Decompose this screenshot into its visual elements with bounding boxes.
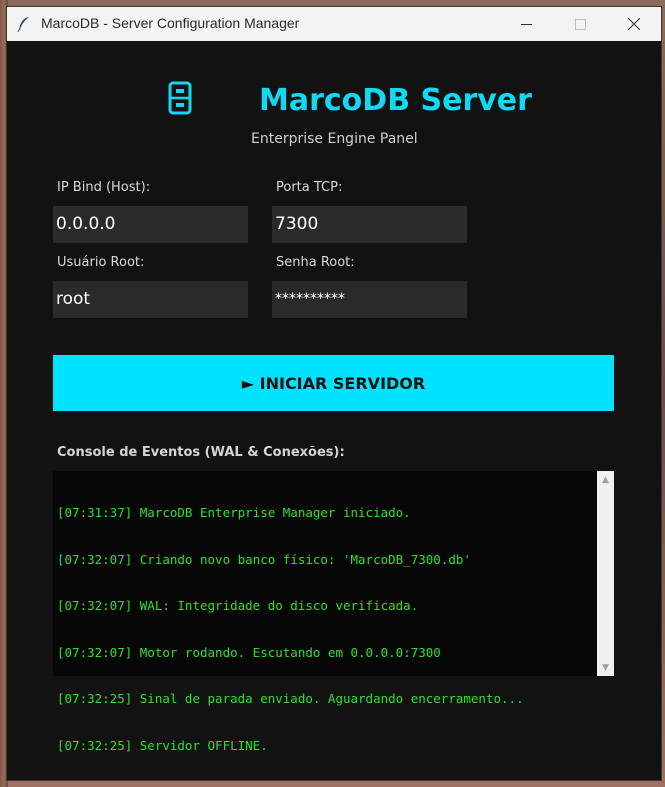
close-icon xyxy=(628,18,640,30)
scroll-up-icon[interactable]: ▲ xyxy=(597,471,614,488)
scroll-down-icon[interactable]: ▼ xyxy=(597,659,614,676)
port-label: Porta TCP: xyxy=(276,180,343,195)
root-password-input[interactable]: ********** xyxy=(272,281,467,318)
start-server-button[interactable]: ► INICIAR SERVIDOR xyxy=(53,355,614,411)
console-line: [07:32:07] Criando novo banco físico: 'M… xyxy=(57,551,471,567)
file-cabinet-icon xyxy=(168,81,192,115)
maximize-button[interactable] xyxy=(557,7,603,41)
console-line: [07:32:07] WAL: Integridade do disco ver… xyxy=(57,598,419,613)
app-subtitle: Enterprise Engine Panel xyxy=(251,131,418,147)
event-console[interactable]: [07:31:37] MarcoDB Enterprise Manager in… xyxy=(53,471,614,753)
console-line: [07:32:25] Sinal de parada enviado. Agua… xyxy=(57,691,524,706)
app-window: MarcoDB - Server Configuration Manager M… xyxy=(6,6,662,781)
console-line: [07:32:07] Motor rodando. Escutando em 0… xyxy=(57,644,441,660)
port-input[interactable]: 7300 xyxy=(272,206,467,243)
ip-bind-input[interactable]: 0.0.0.0 xyxy=(53,206,248,243)
console-label: Console de Eventos (WAL & Conexões): xyxy=(57,445,345,460)
maximize-icon xyxy=(574,18,586,30)
root-user-input[interactable]: root xyxy=(53,281,248,318)
console-line: [07:31:37] MarcoDB Enterprise Manager in… xyxy=(57,505,411,520)
title-bar[interactable]: MarcoDB - Server Configuration Manager xyxy=(7,7,661,41)
app-title: MarcoDB Server xyxy=(259,83,532,118)
console-log: [07:31:37] MarcoDB Enterprise Manager in… xyxy=(57,474,592,784)
root-password-label: Senha Root: xyxy=(276,255,355,270)
ip-bind-label: IP Bind (Host): xyxy=(57,180,151,195)
minimize-icon xyxy=(520,23,532,25)
feather-icon xyxy=(17,17,29,32)
main-panel: MarcoDB Server Enterprise Engine Panel I… xyxy=(7,41,661,780)
console-scrollbar[interactable]: ▲ ▼ xyxy=(597,471,614,676)
minimize-button[interactable] xyxy=(503,7,549,41)
window-title: MarcoDB - Server Configuration Manager xyxy=(41,15,300,31)
console-line: [07:32:25] Servidor OFFLINE. xyxy=(57,737,268,753)
close-button[interactable] xyxy=(611,7,657,41)
root-user-label: Usuário Root: xyxy=(57,255,145,270)
